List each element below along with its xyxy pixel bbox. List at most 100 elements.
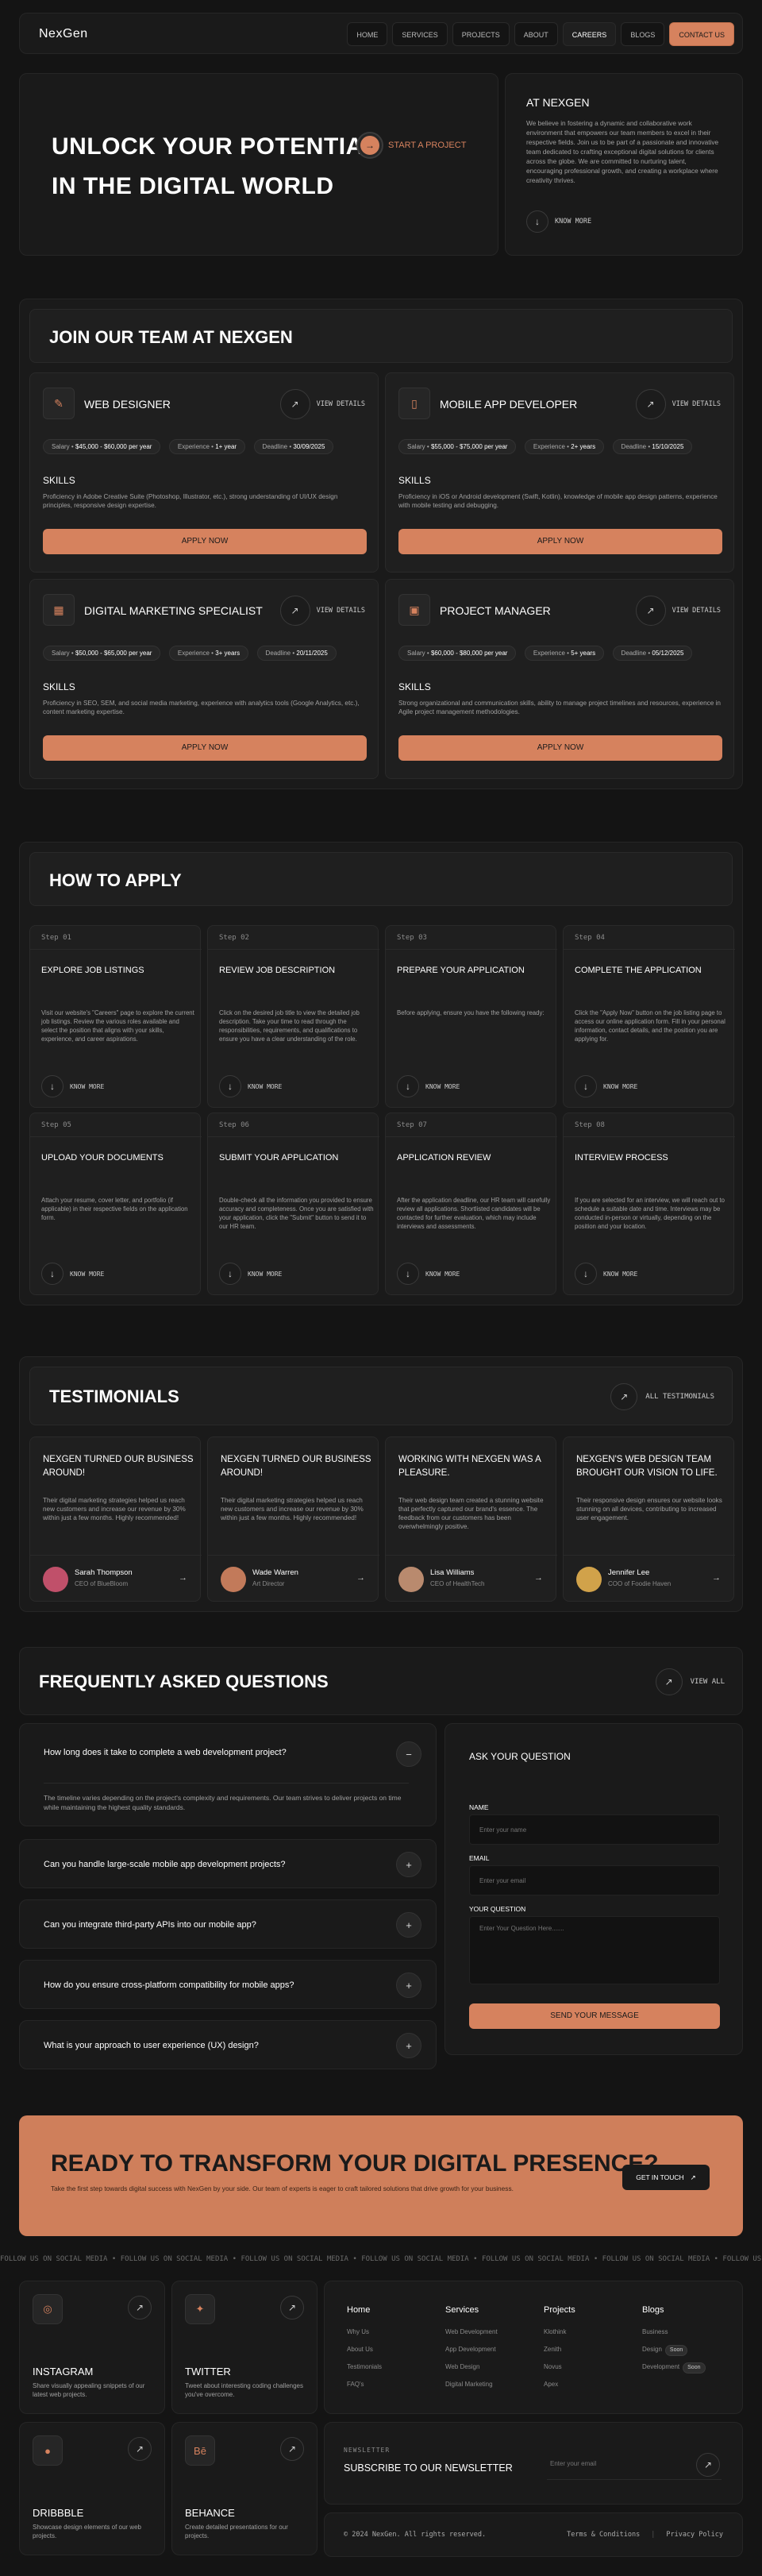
about-panel: AT NEXGEN We believe in fostering a dyna… [505,73,743,256]
plus-icon[interactable]: + [396,1912,421,1938]
footer-link[interactable]: Business [642,2326,729,2343]
view-details-label: VIEW DETAILS [316,400,365,408]
plus-icon[interactable]: + [396,2033,421,2058]
step-know-more-button[interactable]: ↓ KNOW MORE [219,1263,282,1285]
testimonial-card: NEXGEN TURNED OUR BUSINESS AROUND! Their… [207,1436,379,1602]
arrow-up-right-icon[interactable]: ↗ [280,2437,304,2461]
footer-link[interactable]: Digital Marketing [445,2378,533,2396]
view-details-button[interactable]: ↗ VIEW DETAILS [635,596,721,626]
apply-now-button[interactable]: APPLY NOW [43,529,367,554]
faq-item[interactable]: How long does it take to complete a web … [19,1723,437,1826]
footer-link[interactable]: About Us [347,2343,434,2361]
faq-item[interactable]: How do you ensure cross-platform compati… [19,1960,437,2009]
about-know-more-button[interactable]: ↓ KNOW MORE [526,210,591,233]
step-know-more-button[interactable]: ↓ KNOW MORE [397,1075,460,1097]
footer-link[interactable]: App Development [445,2343,533,2361]
nav-services[interactable]: SERVICES [392,22,448,46]
arrow-right-icon[interactable]: → [534,1573,543,1583]
step-title: EXPLORE JOB LISTINGS [41,966,144,975]
know-more-label: KNOW MORE [425,1082,460,1090]
faq-item[interactable]: Can you handle large-scale mobile app de… [19,1839,437,1888]
terms-link[interactable]: Terms & Conditions [567,2531,640,2539]
send-message-button[interactable]: SEND YOUR MESSAGE [469,2003,720,2029]
start-project-button[interactable]: → START A PROJECT [356,132,466,159]
faq-item[interactable]: Can you integrate third-party APIs into … [19,1899,437,1949]
step-know-more-button[interactable]: ↓ KNOW MORE [41,1075,104,1097]
arrow-up-right-icon[interactable]: ↗ [128,2437,152,2461]
footer-link[interactable]: Zenith [544,2343,631,2361]
salary-pill: Salary • $60,000 - $80,000 per year [398,646,517,661]
footer-link[interactable]: Novus [544,2361,631,2378]
know-more-label: KNOW MORE [248,1082,283,1090]
view-details-button[interactable]: ↗ VIEW DETAILS [635,389,721,419]
arrow-down-icon: ↓ [219,1263,241,1285]
social-card-instagram[interactable]: ◎ ↗ INSTAGRAM Share visually appealing s… [19,2281,165,2414]
footer-link-development[interactable]: Development Soon [642,2361,729,2378]
logo[interactable]: NexGen [39,27,88,41]
step-know-more-button[interactable]: ↓ KNOW MORE [575,1263,637,1285]
nav-careers[interactable]: CAREERS [562,22,617,46]
faq-item[interactable]: What is your approach to user experience… [19,2020,437,2069]
view-details-button[interactable]: ↗ VIEW DETAILS [279,389,365,419]
plus-icon[interactable]: + [396,1972,421,1998]
footer-link[interactable]: Klothink [544,2326,631,2343]
email-field[interactable] [469,1865,720,1895]
footer-column-services: Services Web Development App Development… [445,2305,533,2396]
nav-about[interactable]: ABOUT [514,22,558,46]
social-card-dribbble[interactable]: ● ↗ DRIBBBLE Showcase design elements of… [19,2422,165,2555]
step-know-more-button[interactable]: ↓ KNOW MORE [41,1263,104,1285]
question-field[interactable] [469,1916,720,1984]
nav-projects[interactable]: PROJECTS [452,22,510,46]
footer-heading[interactable]: Projects [544,2305,631,2315]
newsletter-email-field[interactable] [547,2448,722,2480]
footer-heading[interactable]: Services [445,2305,533,2315]
footer-heading[interactable]: Home [347,2305,434,2315]
site-header: NexGen HOME SERVICES PROJECTS ABOUT CARE… [19,13,743,54]
plus-icon[interactable]: + [396,1852,421,1877]
step-title: REVIEW JOB DESCRIPTION [219,966,336,975]
author-role: CEO of HealthTech [430,1580,485,1587]
apply-now-button[interactable]: APPLY NOW [398,735,722,761]
step-know-more-button[interactable]: ↓ KNOW MORE [575,1075,637,1097]
salary-pill: Salary • $55,000 - $75,000 per year [398,439,517,454]
minus-icon[interactable]: − [396,1741,421,1767]
arrow-right-icon[interactable]: → [712,1573,721,1583]
deadline-pill: Deadline • 15/10/2025 [612,439,693,454]
apply-now-button[interactable]: APPLY NOW [398,529,722,554]
job-card: ▦ DIGITAL MARKETING SPECIALIST ↗ VIEW DET… [29,579,379,779]
name-field[interactable] [469,1814,720,1845]
view-all-faq-button[interactable]: ↗ VIEW ALL [655,1668,725,1695]
footer-link[interactable]: Web Design [445,2361,533,2378]
testimonials-section: TESTIMONIALS ↗ ALL TESTIMONIALS NEXGEN TU… [19,1356,743,1612]
arrow-right-icon[interactable]: → [179,1573,187,1583]
footer-link[interactable]: FAQ's [347,2378,434,2396]
how-title-panel: HOW TO APPLY [29,852,733,906]
arrow-up-right-icon[interactable]: ↗ [280,2296,304,2320]
step-know-more-button[interactable]: ↓ KNOW MORE [397,1263,460,1285]
footer-link[interactable]: Testimonials [347,2361,434,2378]
footer-link[interactable]: Web Development [445,2326,533,2343]
contact-button[interactable]: CONTACT US [669,22,734,46]
how-title: HOW TO APPLY [49,870,182,890]
arrow-right-icon[interactable]: → [356,1573,365,1583]
view-details-button[interactable]: ↗ VIEW DETAILS [279,596,365,626]
arrow-up-right-icon[interactable]: ↗ [128,2296,152,2320]
nav-home[interactable]: HOME [347,22,388,46]
know-more-label: KNOW MORE [603,1270,638,1278]
footer-link[interactable]: Apex [544,2378,631,2396]
footer-link-design[interactable]: Design Soon [642,2343,729,2361]
social-card-behance[interactable]: Bē ↗ BEHANCE Create detailed presentatio… [171,2422,318,2555]
arrow-up-right-icon[interactable]: ↗ [696,2453,720,2477]
privacy-link[interactable]: Privacy Policy [666,2531,723,2539]
all-testimonials-button[interactable]: ↗ ALL TESTIMONIALS [610,1383,714,1410]
nav-blogs[interactable]: BLOGS [621,22,665,46]
footer-heading[interactable]: Blogs [642,2305,729,2315]
step-title: APPLICATION REVIEW [397,1153,491,1163]
social-card-twitter[interactable]: ✦ ↗ TWITTER Tweet about interesting codi… [171,2281,318,2414]
step-know-more-button[interactable]: ↓ KNOW MORE [219,1075,282,1097]
get-in-touch-button[interactable]: GET IN TOUCH ↗ [622,2165,710,2190]
view-all-label: VIEW ALL [690,1678,725,1686]
footer-link[interactable]: Why Us [347,2326,434,2343]
apply-now-button[interactable]: APPLY NOW [43,735,367,761]
step-card: Step 07 APPLICATION REVIEW After the app… [385,1113,557,1295]
